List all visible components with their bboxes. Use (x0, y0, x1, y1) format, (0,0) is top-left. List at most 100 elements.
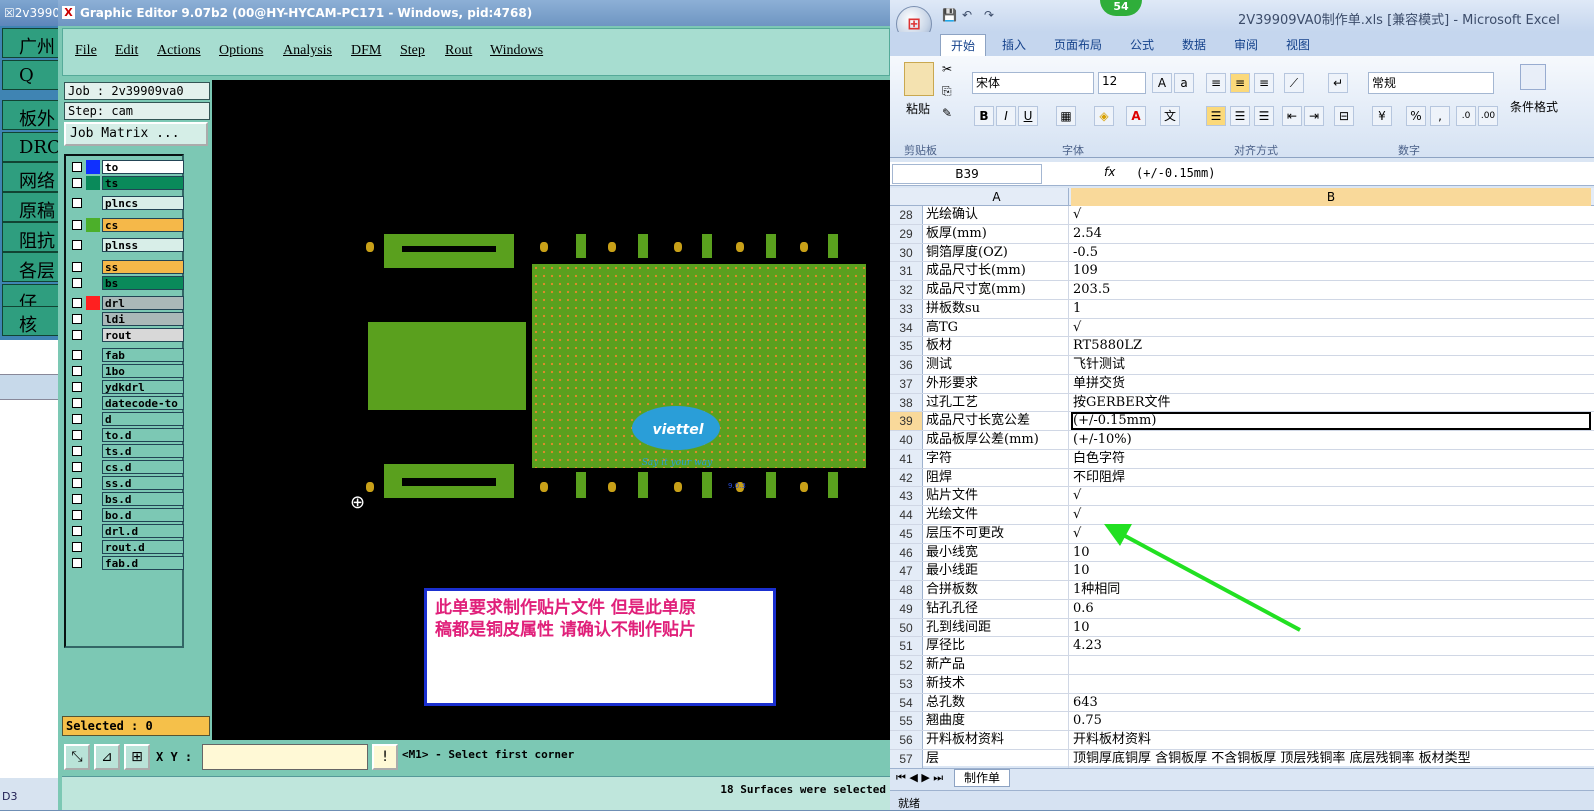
layer-row[interactable]: drl (68, 296, 184, 310)
cell-b[interactable]: (+/-10%) (1071, 431, 1591, 449)
row-number[interactable]: 41 (890, 449, 923, 468)
background-button[interactable]: 网络 (2, 162, 60, 192)
row-number[interactable]: 43 (890, 487, 923, 505)
cell-a[interactable]: 钻孔孔径 (925, 599, 1069, 618)
decrease-indent-icon[interactable]: ⇤ (1282, 106, 1302, 126)
layer-checkbox[interactable] (72, 298, 82, 308)
cell-a[interactable]: 总孔数 (925, 693, 1069, 712)
measure-icon[interactable]: ⊿ (94, 744, 120, 770)
layer-row[interactable]: cs.d (68, 460, 184, 474)
job-matrix-button[interactable]: Job Matrix ... (64, 122, 208, 146)
cell-a[interactable]: 阻焊 (925, 468, 1069, 487)
layer-checkbox[interactable] (72, 350, 82, 360)
row-number[interactable]: 42 (890, 468, 923, 487)
row-number[interactable]: 33 (890, 299, 923, 318)
function-icon[interactable]: fx (1104, 165, 1115, 179)
name-box[interactable]: B39 (892, 164, 1042, 184)
menu-dfm[interactable]: DFM (351, 43, 381, 59)
layer-name[interactable]: ldi (102, 312, 184, 326)
cell-a[interactable]: 板材 (925, 337, 1069, 355)
layer-name[interactable]: to (102, 160, 184, 174)
layer-name[interactable]: cs (102, 218, 184, 232)
undo-icon[interactable]: ↶ (962, 8, 972, 22)
format-painter-icon[interactable]: ✎ (942, 106, 952, 120)
row-number[interactable]: 36 (890, 356, 923, 374)
cell-b[interactable]: 单拼交货 (1071, 375, 1591, 393)
layer-name[interactable]: ydkdrl (102, 380, 184, 394)
cell-a[interactable]: 成品板厚公差(mm) (925, 431, 1069, 449)
layer-row[interactable]: ydkdrl (68, 380, 184, 394)
wrap-text-icon[interactable]: ↵ (1328, 73, 1348, 93)
background-button[interactable]: 阻抗 (2, 222, 60, 252)
cell-a[interactable]: 翘曲度 (925, 712, 1069, 730)
align-top-icon[interactable]: ≡ (1206, 73, 1226, 93)
layer-row[interactable]: ldi (68, 312, 184, 326)
window-close-icon[interactable]: X (62, 6, 75, 19)
layer-row[interactable]: fab (68, 348, 184, 362)
alert-icon[interactable]: ! (372, 744, 398, 770)
background-button[interactable]: 各层 (2, 252, 60, 282)
cell-b[interactable]: RT5880LZ (1071, 337, 1591, 355)
layer-name[interactable]: bs.d (102, 492, 184, 506)
layer-row[interactable]: ts.d (68, 444, 184, 458)
cut-icon[interactable]: ✂ (942, 62, 952, 76)
layer-name[interactable]: plnss (102, 238, 184, 252)
layer-name[interactable]: to.d (102, 428, 184, 442)
italic-icon[interactable]: I (996, 106, 1016, 126)
cell-a[interactable]: 成品尺寸宽(mm) (925, 281, 1069, 299)
cell-b[interactable]: 203.5 (1071, 281, 1591, 299)
layer-row[interactable]: plncs (68, 196, 184, 210)
row-number[interactable]: 37 (890, 374, 923, 393)
decrease-decimal-icon[interactable]: .00 (1478, 106, 1498, 126)
merge-cells-icon[interactable]: ⊟ (1334, 106, 1354, 126)
row-number[interactable]: 56 (890, 731, 923, 749)
layer-checkbox[interactable] (72, 278, 82, 288)
graphic-editor-titlebar[interactable]: X Graphic Editor 9.07b2 (00@HY-HYCAM-PC1… (58, 0, 890, 26)
ribbon-tab[interactable]: 视图 (1286, 36, 1310, 53)
layer-checkbox[interactable] (72, 220, 82, 230)
menu-rout[interactable]: Rout (445, 43, 472, 59)
cell-a[interactable]: 贴片文件 (925, 487, 1069, 505)
row-number[interactable]: 31 (890, 262, 923, 280)
shrink-font-icon[interactable]: a (1174, 73, 1194, 93)
layer-name[interactable]: plncs (102, 196, 184, 210)
layer-row[interactable]: cs (68, 218, 184, 232)
layer-row[interactable]: ts (68, 176, 184, 190)
layer-name[interactable]: rout (102, 328, 184, 342)
layer-row[interactable]: datecode-to (68, 396, 184, 410)
cell-a[interactable]: 层 (925, 749, 1069, 768)
menu-analysis[interactable]: Analysis (283, 43, 332, 59)
menu-edit[interactable]: Edit (115, 43, 138, 59)
cell-a[interactable]: 新产品 (925, 656, 1069, 674)
layer-row[interactable]: to.d (68, 428, 184, 442)
align-center-icon[interactable]: ☰ (1230, 106, 1250, 126)
layer-name[interactable]: ss.d (102, 476, 184, 490)
layer-checkbox[interactable] (72, 162, 82, 172)
layer-row[interactable]: bo.d (68, 508, 184, 522)
layer-checkbox[interactable] (72, 542, 82, 552)
layer-row[interactable]: drl.d (68, 524, 184, 538)
ribbon-tab[interactable]: 公式 (1130, 36, 1154, 53)
zoom-window-icon[interactable]: ⤡ (64, 744, 90, 770)
menu-file[interactable]: File (75, 43, 97, 59)
column-header-a[interactable]: A (925, 188, 1069, 206)
orientation-icon[interactable]: ⟋ (1284, 73, 1304, 93)
cell-b[interactable]: 643 (1071, 694, 1591, 712)
row-number[interactable]: 34 (890, 318, 923, 337)
row-number[interactable]: 50 (890, 618, 923, 637)
layer-row[interactable]: ss (68, 260, 184, 274)
ribbon-tab[interactable]: 数据 (1182, 36, 1206, 53)
layer-checkbox[interactable] (72, 262, 82, 272)
sheet-nav-icon[interactable]: ⏮ ◀ ▶ ⏭ (896, 771, 943, 785)
font-size-select[interactable]: 12 (1098, 72, 1146, 94)
cell-a[interactable]: 孔到线间距 (925, 618, 1069, 637)
align-right-icon[interactable]: ☰ (1254, 106, 1274, 126)
cell-b[interactable]: 顶铜厚底铜厚 含铜板厚 不含铜板厚 顶层残铜率 底层残铜率 板材类型 (1071, 750, 1591, 768)
column-header-b[interactable]: B (1071, 188, 1591, 206)
ribbon-tab[interactable]: 审阅 (1234, 36, 1258, 53)
layer-row[interactable]: bs.d (68, 492, 184, 506)
cell-a[interactable]: 过孔工艺 (925, 393, 1069, 412)
row-number[interactable]: 51 (890, 637, 923, 655)
redo-icon[interactable]: ↷ (984, 8, 994, 22)
cell-b[interactable]: 白色字符 (1071, 450, 1591, 468)
